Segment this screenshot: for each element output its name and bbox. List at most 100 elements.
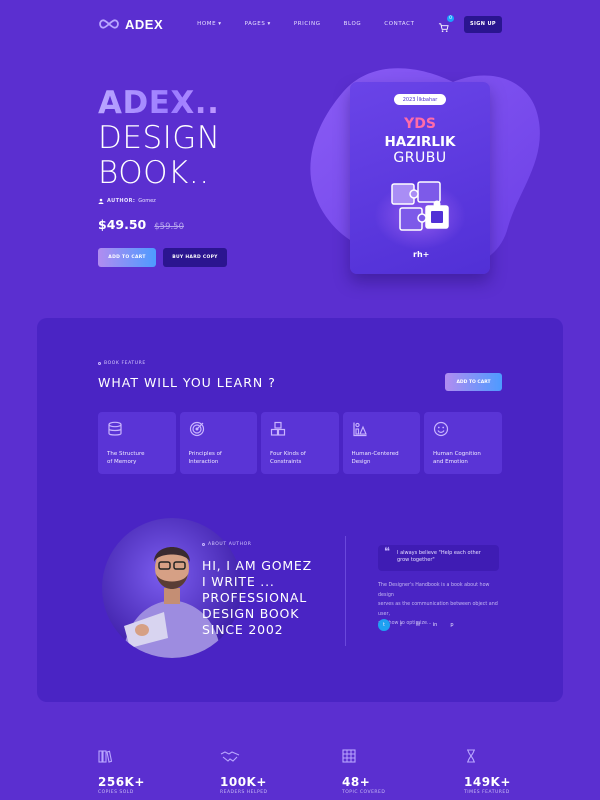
database-icon (108, 421, 122, 436)
hero-title: ADEX.. DESIGN BOOK.. (98, 86, 221, 191)
facebook-icon[interactable]: f (395, 619, 407, 631)
stat-item: 149K+ TIMES FEATURED (464, 748, 586, 795)
linkedin-icon[interactable]: in (429, 619, 441, 631)
publisher-logo: rh+ (413, 250, 430, 259)
feature-card[interactable]: Principles of Interaction (179, 412, 257, 474)
menu-item-pages[interactable]: PAGES ▾ (245, 21, 271, 27)
menu-item-home[interactable]: HOME ▾ (197, 21, 221, 27)
stat-caption: READERS HELPED (220, 790, 268, 795)
cart-icon (438, 23, 449, 32)
feature-cards: The Structure of Memory Principles of Inte… (98, 412, 502, 474)
label-line: Four Kinds of (270, 451, 306, 457)
social-links: t f ✉ in p (378, 619, 458, 631)
label-line: Constraints (270, 458, 302, 465)
sign-up-button[interactable]: SIGN UP (464, 15, 502, 33)
top-nav: ADEX HOME ▾ PAGES ▾ PRICING BLOG CONTACT 0… (98, 14, 502, 34)
hero-title-line: DESIGN (98, 120, 221, 156)
eyebrow-label: BOOK FEATURE (104, 361, 146, 366)
handshake-icon (220, 751, 240, 762)
feature-card-label: The Structure of Memory (107, 451, 145, 466)
circle-icon (202, 543, 205, 546)
mail-icon[interactable]: ✉ (412, 619, 424, 631)
pinterest-icon[interactable]: p (446, 619, 458, 631)
stat-caption: TIMES FEATURED (464, 790, 510, 795)
stat-caption: TOPIC COVERED (342, 790, 386, 795)
main-menu: HOME ▾ PAGES ▾ PRICING BLOG CONTACT (197, 21, 437, 27)
cubes-icon (270, 421, 286, 436)
eyebrow-label: ABOUT AUTHOR (208, 542, 252, 547)
feature-card[interactable]: Four Kinds of Constraints (261, 412, 339, 474)
feature-card[interactable]: Human Cognition and Emotion (424, 412, 502, 474)
cart-button[interactable]: 0 (438, 15, 454, 32)
about-title-line: SINCE 2002 (202, 622, 284, 637)
book-cover: 2023 İlkbahar YDS HAZIRLIK GRUBU rh+ (350, 82, 490, 274)
brand-name: ADEX (125, 16, 164, 32)
infinity-icon (99, 19, 119, 29)
hero-title-line: ADEX.. (98, 85, 220, 121)
section-eyebrow: ABOUT AUTHOR (202, 542, 251, 547)
label-line: of Memory (107, 458, 137, 465)
book-title-line: YDS (404, 116, 436, 132)
stat-caption: COPIES SOLD (98, 790, 134, 795)
book-title-line: HAZIRLIK (384, 134, 456, 150)
circle-icon (98, 362, 101, 365)
feature-card-label: Four Kinds of Constraints (270, 451, 306, 466)
stat-item: 256K+ COPIES SOLD (98, 748, 220, 795)
section-eyebrow: BOOK FEATURE (98, 361, 146, 366)
brand-logo[interactable]: ADEX (98, 17, 163, 32)
menu-label: PAGES (244, 21, 266, 27)
about-title-line: HI, I AM GOMEZ (202, 558, 312, 573)
books-icon (98, 750, 113, 763)
description-line: The Designer's Handbook is a book about … (378, 583, 490, 598)
hero-actions: ADD TO CART BUY HARD COPY (98, 248, 227, 267)
hero-title-line: BOOK.. (98, 155, 210, 191)
stat-item: 100K+ READERS HELPED (220, 748, 342, 795)
label-line: Interaction (188, 458, 219, 465)
stat-value: 149K+ (464, 775, 511, 789)
twitter-icon[interactable]: t (378, 619, 390, 631)
add-to-cart-button[interactable]: ADD TO CART (445, 373, 502, 391)
menu-label: CONTACT (384, 21, 415, 27)
about-title-line: PROFESSIONAL (202, 590, 308, 605)
stat-value: 100K+ (220, 775, 267, 789)
about-title: HI, I AM GOMEZ I WRITE ... PROFESSIONAL … (202, 558, 312, 638)
menu-item-pricing[interactable]: PRICING (294, 21, 321, 27)
label-line: Principles of (188, 451, 222, 457)
stat-item: 48+ TOPIC COVERED (342, 748, 464, 795)
current-price: $49.50 (98, 217, 147, 232)
author-name: Gomez (138, 198, 156, 204)
menu-item-contact[interactable]: CONTACT (384, 21, 414, 27)
quote-line: grow together" (397, 557, 435, 563)
menu-label: BLOG (343, 21, 362, 27)
stat-value: 48+ (342, 775, 371, 789)
quote-line: I always believe "Help each other (397, 550, 481, 556)
label-line: The Structure (107, 451, 145, 457)
feature-card[interactable]: Human-Centered Design (342, 412, 420, 474)
divider (345, 536, 346, 646)
add-to-cart-button[interactable]: ADD TO CART (98, 248, 156, 267)
section-title: WHAT WILL YOU LEARN ? (98, 375, 276, 390)
label-line: and Emotion (433, 458, 468, 465)
stats-row: 256K+ COPIES SOLD 100K+ READERS HELPED 4… (98, 748, 586, 795)
quote-icon: ❝ (384, 545, 390, 558)
author-quote: ❝ I always believe "Help each other grow… (378, 545, 499, 571)
menu-label: PRICING (293, 21, 321, 27)
puzzle-icon (391, 181, 449, 231)
about-title-line: DESIGN BOOK (202, 606, 300, 621)
feature-card[interactable]: The Structure of Memory (98, 412, 176, 474)
chevron-down-icon: ▾ (218, 21, 222, 27)
feature-card-label: Principles of Interaction (189, 451, 222, 466)
label-line: Human Cognition (433, 451, 481, 457)
label-line: Human-Centered (351, 451, 399, 457)
feature-card-label: Human-Centered Design (352, 451, 399, 466)
stat-value: 256K+ (98, 775, 145, 789)
about-title-line: I WRITE ... (202, 574, 275, 589)
feature-card-label: Human Cognition and Emotion (433, 451, 481, 466)
buy-hard-copy-button[interactable]: BUY HARD COPY (163, 248, 227, 267)
user-icon (98, 198, 104, 204)
old-price: $59.50 (154, 222, 184, 232)
menu-label: HOME (197, 21, 217, 27)
menu-item-blog[interactable]: BLOG (344, 21, 362, 27)
author-line: AUTHOR: Gomez (98, 198, 156, 204)
book-season-pill: 2023 İlkbahar (394, 94, 446, 105)
